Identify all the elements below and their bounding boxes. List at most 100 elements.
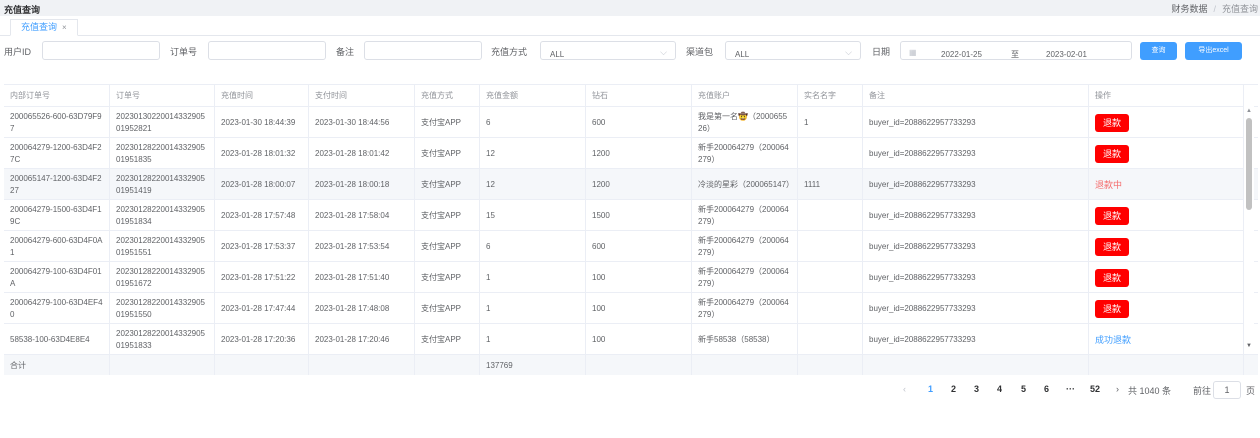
col-amount[interactable]: 充值金额 bbox=[480, 85, 586, 107]
cell-charge-time: 2023-01-28 17:47:44 bbox=[215, 293, 309, 324]
cell-remark: buyer_id=2088622957733293 bbox=[863, 231, 1089, 262]
tab-label: 充值查询 bbox=[21, 22, 58, 32]
cell-real-name bbox=[798, 262, 863, 293]
table-row[interactable]: 200065526-600-63D79F97 202301302200143329… bbox=[4, 107, 1258, 138]
goto-page-input[interactable] bbox=[1213, 381, 1241, 399]
cell-method: 支付宝APP bbox=[415, 293, 480, 324]
cell-remark: buyer_id=2088622957733293 bbox=[863, 138, 1089, 169]
query-button[interactable]: 查询 bbox=[1140, 42, 1177, 60]
page-6[interactable]: 6 bbox=[1044, 384, 1049, 394]
pay-method-select[interactable]: ALL ⌵ bbox=[540, 41, 676, 60]
table-row[interactable]: 200065147-1200-63D4F227 20230128220014332… bbox=[4, 169, 1258, 200]
order-no-input[interactable] bbox=[208, 41, 326, 60]
prev-page-button[interactable]: ‹ bbox=[903, 384, 906, 394]
user-id-input[interactable] bbox=[42, 41, 160, 60]
col-remark[interactable]: 备注 bbox=[863, 85, 1089, 107]
breadcrumb-item-finance[interactable]: 财务数据 bbox=[1171, 4, 1207, 14]
cell-method: 支付宝APP bbox=[415, 200, 480, 231]
cell-account: 新手200064279（200064279） bbox=[692, 293, 798, 324]
cell-text: 冷淡的星彩（200065147） bbox=[698, 179, 795, 189]
refund-button[interactable]: 退款 bbox=[1095, 206, 1130, 225]
cell-remark: buyer_id=2088622957733293 bbox=[863, 262, 1089, 293]
refund-success-link[interactable]: 成功退款 bbox=[1095, 334, 1131, 346]
col-diamond[interactable]: 钻石 bbox=[586, 85, 692, 107]
more-pages-icon[interactable]: ··· bbox=[1066, 384, 1075, 394]
refund-button[interactable]: 退款 bbox=[1095, 237, 1130, 256]
table-row[interactable]: 58538-100-63D4E8E4 2023012822001433290501… bbox=[4, 324, 1258, 355]
refund-button[interactable]: 退款 bbox=[1095, 268, 1130, 287]
table-row[interactable]: 200064279-1500-63D4F19C 20230128220014332… bbox=[4, 200, 1258, 231]
cell-action: 退款 bbox=[1089, 262, 1244, 293]
cell-text: 6 bbox=[486, 117, 491, 127]
table-row[interactable]: 200064279-100-63D4EF40 202301282200143329… bbox=[4, 293, 1258, 324]
col-order-no[interactable]: 订单号 bbox=[110, 85, 215, 107]
table-row[interactable]: 200064279-1200-63D4F27C 20230128220014332… bbox=[4, 138, 1258, 169]
refund-button[interactable]: 退款 bbox=[1095, 113, 1130, 132]
footer-cell bbox=[309, 355, 415, 375]
cell-method: 支付宝APP bbox=[415, 169, 480, 200]
cell-text: 2023012822001433290501951835 bbox=[116, 142, 205, 164]
cell-amount: 6 bbox=[480, 231, 586, 262]
cell-text: 2023-01-28 18:00:07 bbox=[221, 179, 296, 189]
cell-action: 成功退款 bbox=[1089, 324, 1244, 355]
col-charge-time[interactable]: 充值时间 bbox=[215, 85, 309, 107]
cell-internal: 200064279-600-63D4F0A1 bbox=[4, 231, 110, 262]
export-excel-button[interactable]: 导出excel bbox=[1185, 42, 1242, 60]
cell-remark: buyer_id=2088622957733293 bbox=[863, 293, 1089, 324]
next-page-button[interactable]: › bbox=[1116, 384, 1119, 394]
cell-text: 2023-01-28 18:00:18 bbox=[315, 179, 390, 189]
date-range-picker[interactable]: ▦ 2022-01-25 至 2023-02-01 bbox=[900, 41, 1132, 60]
page-4[interactable]: 4 bbox=[997, 384, 1002, 394]
cell-method: 支付宝APP bbox=[415, 138, 480, 169]
table-row[interactable]: 200064279-600-63D4F0A1 202301282200143329… bbox=[4, 231, 1258, 262]
table-scrollbar[interactable]: ▲ ▼ bbox=[1244, 106, 1254, 354]
cell-action: 退款中 bbox=[1089, 169, 1244, 200]
refund-button[interactable]: 退款 bbox=[1095, 144, 1130, 163]
scroll-up-icon[interactable]: ▲ bbox=[1246, 108, 1252, 114]
scrollbar-thumb[interactable] bbox=[1246, 118, 1252, 210]
cell-amount: 1 bbox=[480, 324, 586, 355]
scroll-down-icon[interactable]: ▼ bbox=[1246, 343, 1252, 349]
remark-input[interactable] bbox=[364, 41, 482, 60]
page-5[interactable]: 5 bbox=[1021, 384, 1026, 394]
tab-recharge-query[interactable]: 充值查询 × bbox=[10, 19, 78, 36]
goto-label: 前往 bbox=[1193, 386, 1212, 396]
cell-account: 新手200064279（200064279） bbox=[692, 200, 798, 231]
cell-charge-time: 2023-01-30 18:44:39 bbox=[215, 107, 309, 138]
close-icon[interactable]: × bbox=[62, 23, 67, 32]
col-pay-time[interactable]: 支付时间 bbox=[309, 85, 415, 107]
table-row[interactable]: 200064279-100-63D4F01A 202301282200143329… bbox=[4, 262, 1258, 293]
col-pay-method[interactable]: 充值方式 bbox=[415, 85, 480, 107]
cell-internal: 200064279-1200-63D4F27C bbox=[4, 138, 110, 169]
page-last[interactable]: 52 bbox=[1090, 384, 1100, 394]
page-3[interactable]: 3 bbox=[974, 384, 979, 394]
channel-select[interactable]: ALL ⌵ bbox=[725, 41, 861, 60]
cell-text: 100 bbox=[592, 303, 606, 313]
col-real-name[interactable]: 实名名字 bbox=[798, 85, 863, 107]
cell-text: 1 bbox=[486, 303, 491, 313]
col-action[interactable]: 操作 bbox=[1089, 85, 1244, 107]
cell-text: 100 bbox=[592, 272, 606, 282]
col-account[interactable]: 充值账户 bbox=[692, 85, 798, 107]
cell-charge-time: 2023-01-28 17:51:22 bbox=[215, 262, 309, 293]
footer-cell bbox=[798, 355, 863, 375]
top-bar: 充值查询 财务数据 / 充值查询 bbox=[0, 0, 1260, 16]
cell-text: 2023012822001433290501951550 bbox=[116, 297, 205, 319]
date-separator: 至 bbox=[1011, 50, 1019, 59]
cell-text: 支付宝APP bbox=[421, 303, 462, 313]
cell-real-name bbox=[798, 200, 863, 231]
cell-diamond: 600 bbox=[586, 107, 692, 138]
date-end[interactable]: 2023-02-01 bbox=[1046, 46, 1087, 63]
cell-text: 支付宝APP bbox=[421, 179, 462, 189]
col-internal-order[interactable]: 内部订单号 bbox=[4, 85, 110, 107]
cell-diamond: 1200 bbox=[586, 138, 692, 169]
refund-button[interactable]: 退款 bbox=[1095, 299, 1130, 318]
cell-real-name: 1111 bbox=[798, 169, 863, 200]
page-2[interactable]: 2 bbox=[951, 384, 956, 394]
page-1[interactable]: 1 bbox=[928, 384, 933, 394]
cell-text: buyer_id=2088622957733293 bbox=[869, 179, 976, 189]
cell-text: 2023-01-28 17:51:40 bbox=[315, 272, 390, 282]
footer-cell bbox=[586, 355, 692, 375]
date-start[interactable]: 2022-01-25 bbox=[941, 46, 982, 63]
cell-order: 2023012822001433290501951551 bbox=[110, 231, 215, 262]
